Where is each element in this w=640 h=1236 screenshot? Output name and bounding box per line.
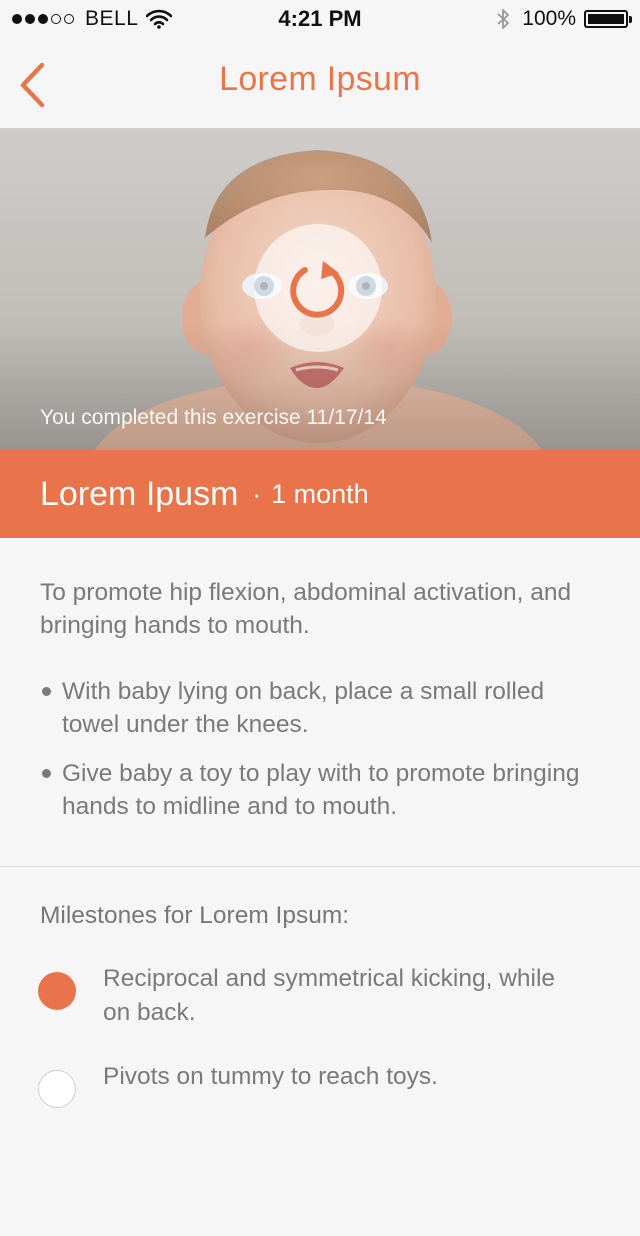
- milestone-label: Pivots on tummy to reach toys.: [103, 1063, 438, 1090]
- bullet-icon: [42, 687, 51, 696]
- step-text: With baby lying on back, place a small r…: [62, 678, 545, 738]
- section-divider: [0, 866, 640, 867]
- milestones-heading: Milestones for Lorem Ipsum:: [40, 902, 350, 929]
- exercise-detail-screen: BELL 4:21 PM 100% Lorem Ipsum You comple…: [0, 0, 640, 1236]
- exercise-description: To promote hip flexion, abdominal activa…: [40, 579, 572, 639]
- exercise-step: Give baby a toy to play with to promote …: [40, 757, 600, 823]
- exercise-age: 1 month: [271, 478, 369, 509]
- status-right: 100%: [496, 7, 632, 31]
- exercise-steps: With baby lying on back, place a small r…: [40, 675, 600, 839]
- milestone-unchecked-icon[interactable]: [38, 1070, 76, 1108]
- navigation-bar: Lorem Ipsum: [0, 40, 640, 128]
- exercise-title: Lorem Ipusm: [40, 474, 239, 513]
- milestone-label: Reciprocal and symmetrical kicking, whil…: [103, 965, 556, 1026]
- exercise-step: With baby lying on back, place a small r…: [40, 675, 600, 741]
- step-text: Give baby a toy to play with to promote …: [62, 760, 580, 820]
- status-bar: BELL 4:21 PM 100%: [0, 0, 640, 40]
- battery-icon: [584, 10, 632, 28]
- bullet-icon: [42, 769, 51, 778]
- completion-date-text: You completed this exercise 11/17/14: [40, 406, 387, 429]
- replay-button[interactable]: [254, 224, 382, 352]
- bluetooth-icon: [497, 9, 510, 29]
- milestone-checked-icon[interactable]: [38, 972, 76, 1010]
- exercise-hero: You completed this exercise 11/17/14: [0, 128, 640, 450]
- title-separator: ·: [252, 478, 262, 509]
- battery-percentage: 100%: [522, 7, 576, 30]
- page-title: Lorem Ipsum: [219, 60, 421, 98]
- exercise-title-banner: Lorem Ipusm · 1 month: [0, 450, 640, 538]
- replay-icon: [290, 261, 345, 318]
